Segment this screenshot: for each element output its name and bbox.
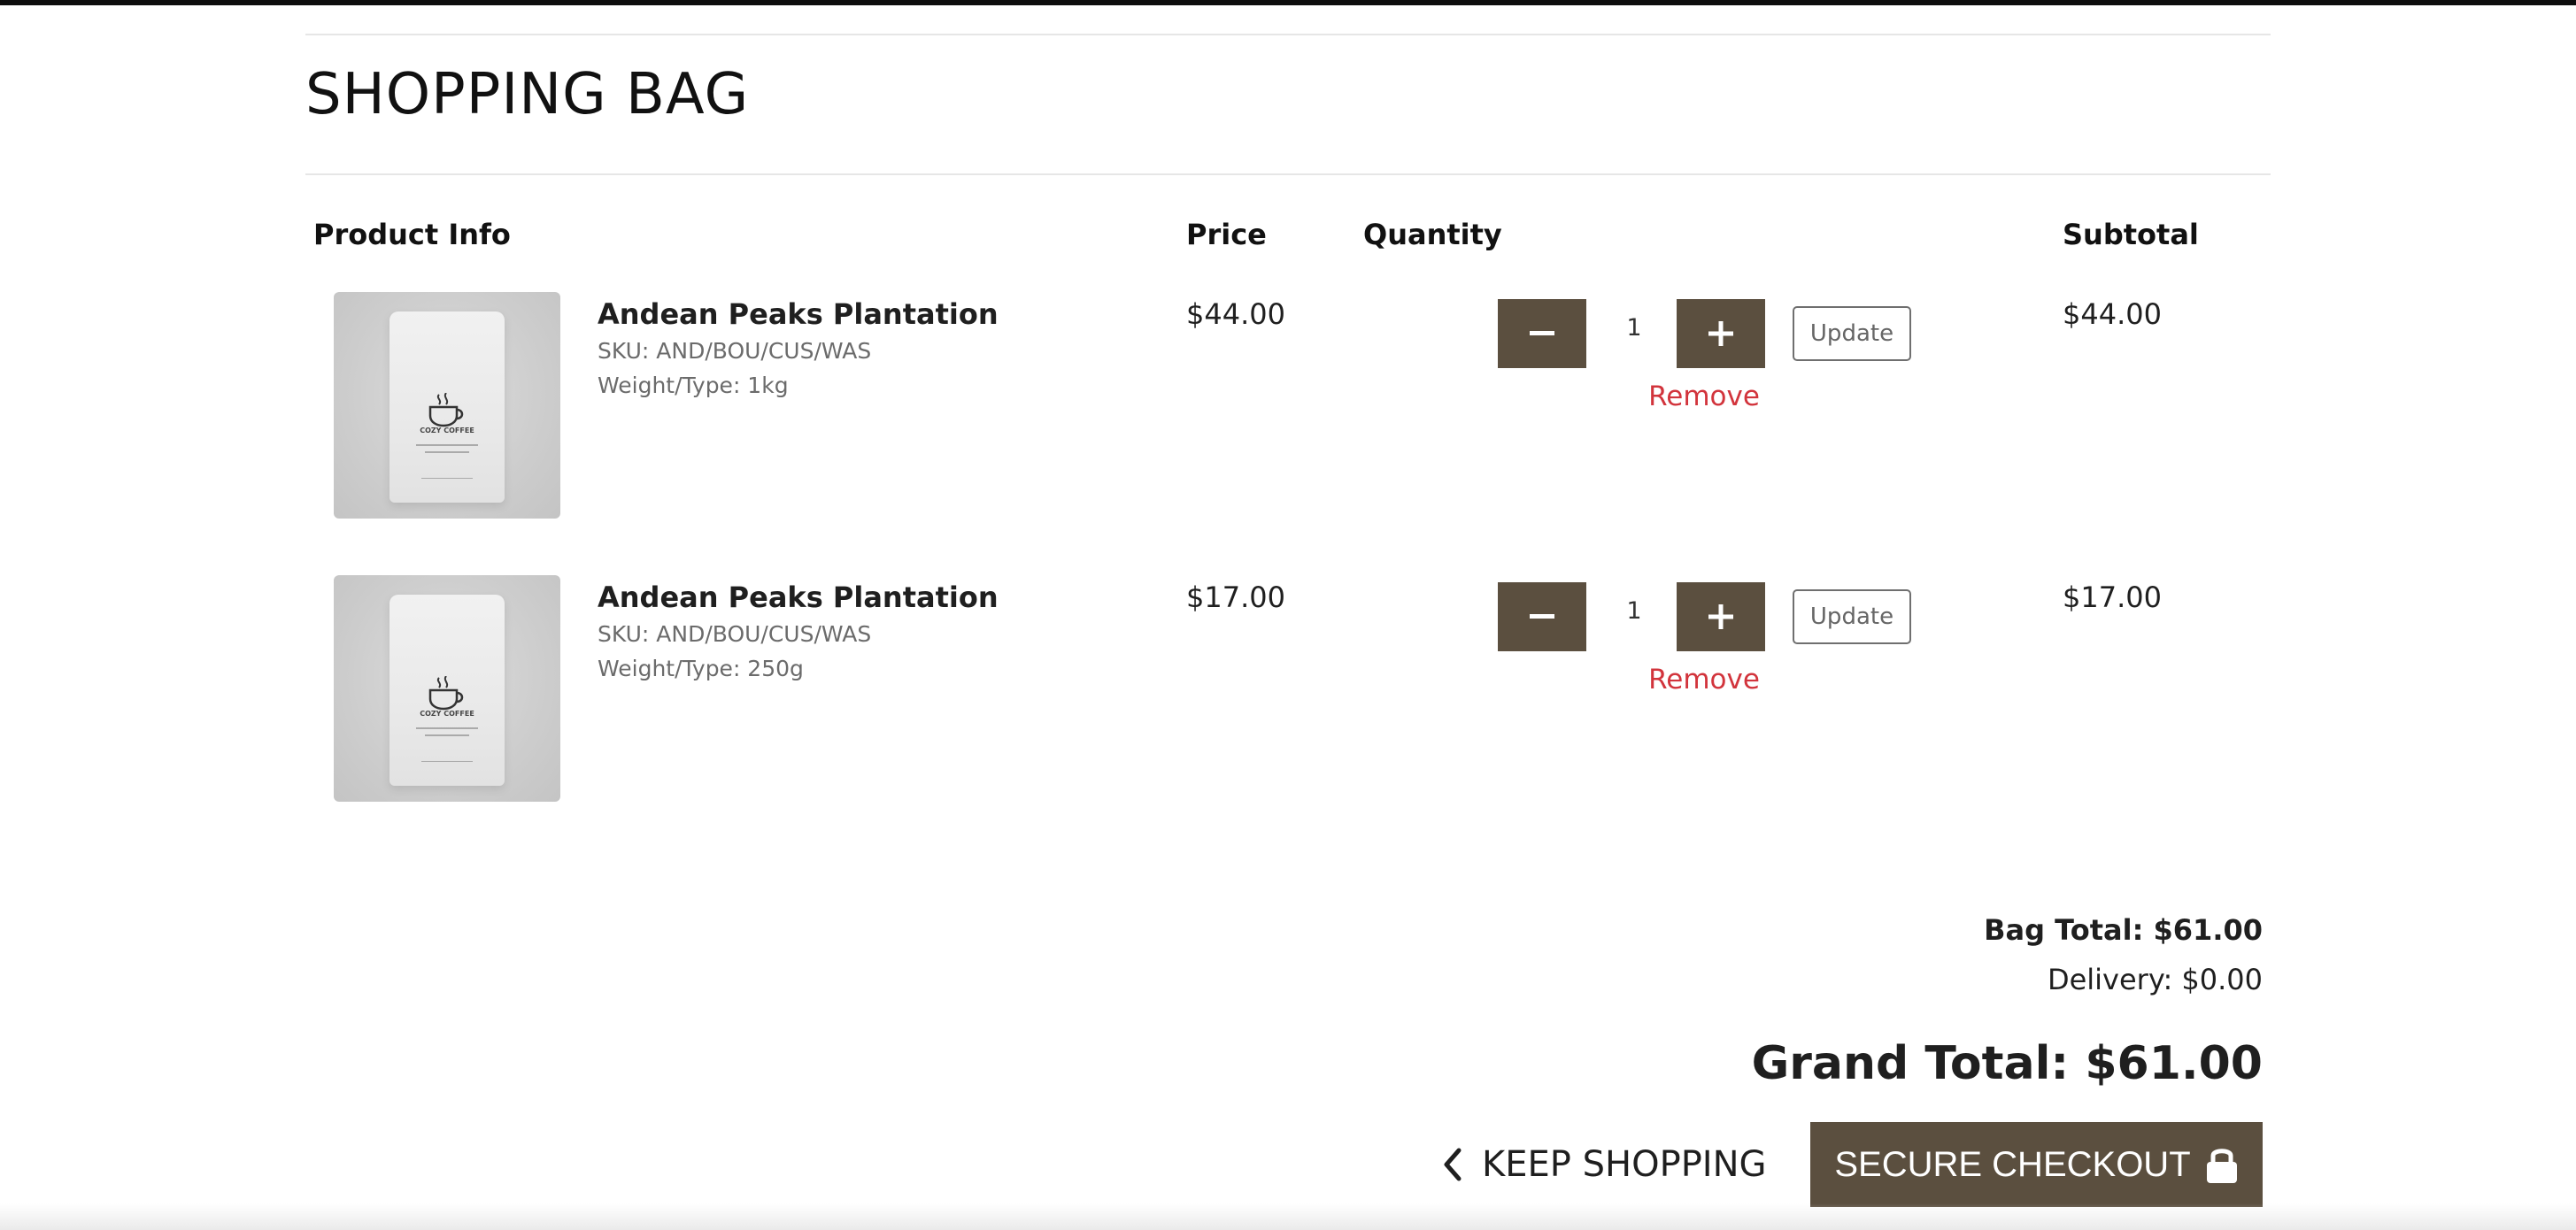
label-line bbox=[425, 734, 469, 736]
header-quantity: Quantity bbox=[1363, 218, 1502, 251]
decrease-quantity-button[interactable] bbox=[1498, 299, 1586, 368]
item-subtotal: $17.00 bbox=[2063, 580, 2162, 614]
table-row: COZY COFFEE Andean Peaks Plantation SKU:… bbox=[0, 575, 2576, 805]
remove-link[interactable]: Remove bbox=[1585, 664, 1824, 696]
keep-shopping-label: KEEP SHOPPING bbox=[1482, 1144, 1767, 1185]
product-image: COZY COFFEE bbox=[334, 575, 560, 802]
title-divider bbox=[305, 173, 2271, 175]
minus-icon bbox=[1530, 614, 1554, 619]
decrease-quantity-button[interactable] bbox=[1498, 582, 1586, 651]
coffee-cup-icon bbox=[428, 676, 464, 711]
grand-total: Grand Total: $61.00 bbox=[1751, 1037, 2263, 1090]
brand-label: COZY COFFEE bbox=[420, 710, 474, 718]
minus-icon bbox=[1530, 331, 1554, 335]
lock-icon bbox=[2206, 1149, 2237, 1183]
increase-quantity-button[interactable] bbox=[1677, 582, 1765, 651]
item-price: $44.00 bbox=[1186, 297, 1285, 331]
remove-link[interactable]: Remove bbox=[1585, 381, 1824, 412]
top-nav-bar-edge bbox=[0, 0, 2576, 5]
quantity-input[interactable] bbox=[1588, 313, 1680, 342]
product-name: Andean Peaks Plantation bbox=[598, 580, 999, 614]
chevron-left-icon bbox=[1444, 1148, 1462, 1181]
plus-icon bbox=[1708, 604, 1733, 629]
page-title: SHOPPING BAG bbox=[305, 62, 750, 127]
product-name: Andean Peaks Plantation bbox=[598, 297, 999, 331]
label-line bbox=[421, 478, 473, 479]
update-button[interactable]: Update bbox=[1793, 589, 1911, 644]
label-line bbox=[416, 444, 478, 446]
coffee-cup-icon bbox=[428, 393, 464, 427]
label-line bbox=[421, 761, 473, 762]
bottom-shadow bbox=[0, 1203, 2576, 1230]
label-line bbox=[425, 451, 469, 453]
header-price: Price bbox=[1186, 218, 1267, 251]
item-subtotal: $44.00 bbox=[2063, 297, 2162, 331]
bag-total: Bag Total: $61.00 bbox=[1984, 913, 2263, 947]
product-weight: Weight/Type: 1kg bbox=[598, 373, 789, 398]
product-sku: SKU: AND/BOU/CUS/WAS bbox=[598, 621, 872, 647]
plus-icon bbox=[1708, 321, 1733, 346]
label-line bbox=[416, 727, 478, 729]
header-subtotal: Subtotal bbox=[2063, 218, 2199, 251]
coffee-bag-icon: COZY COFFEE bbox=[389, 595, 505, 786]
keep-shopping-link[interactable]: KEEP SHOPPING bbox=[1443, 1136, 1767, 1193]
header-product-info: Product Info bbox=[313, 218, 511, 251]
increase-quantity-button[interactable] bbox=[1677, 299, 1765, 368]
quantity-input[interactable] bbox=[1588, 596, 1680, 626]
item-price: $17.00 bbox=[1186, 580, 1285, 614]
delivery-cost: Delivery: $0.00 bbox=[2047, 963, 2263, 996]
product-weight: Weight/Type: 250g bbox=[598, 656, 804, 681]
secure-checkout-label: SECURE CHECKOUT bbox=[1834, 1144, 2191, 1184]
table-row: COZY COFFEE Andean Peaks Plantation SKU:… bbox=[0, 292, 2576, 522]
brand-label: COZY COFFEE bbox=[420, 427, 474, 434]
product-sku: SKU: AND/BOU/CUS/WAS bbox=[598, 338, 872, 364]
product-image: COZY COFFEE bbox=[334, 292, 560, 519]
coffee-bag-icon: COZY COFFEE bbox=[389, 311, 505, 503]
secure-checkout-button[interactable]: SECURE CHECKOUT bbox=[1810, 1122, 2263, 1207]
update-button[interactable]: Update bbox=[1793, 306, 1911, 361]
top-divider bbox=[305, 34, 2271, 35]
